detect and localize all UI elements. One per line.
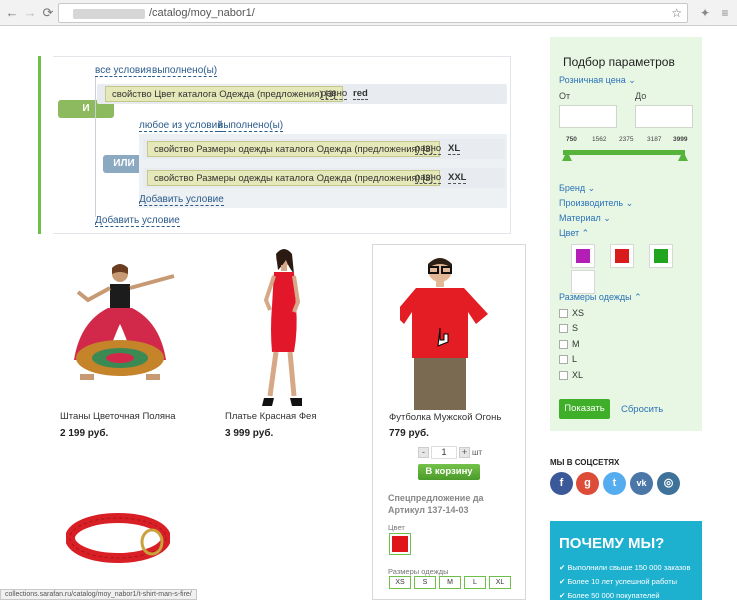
filter-section-brand[interactable]: Бренд ⌄ bbox=[559, 183, 595, 194]
size-option-xs[interactable]: XS bbox=[389, 576, 411, 589]
social-title: МЫ В СОЦСЕТЯХ bbox=[550, 458, 620, 467]
color-label: Цвет bbox=[388, 523, 405, 532]
why-us-panel: ПОЧЕМУ МЫ? ✔ Выполнили свыше 150 000 зак… bbox=[550, 521, 702, 600]
product-name[interactable]: Футболка Мужской Огонь bbox=[389, 412, 501, 423]
why-us-item: ✔ Более 50 000 покупателей bbox=[559, 591, 660, 600]
why-us-item: ✔ Более 10 лет успешной работы bbox=[559, 577, 678, 586]
product-price: 779 руб. bbox=[389, 428, 429, 439]
forward-icon[interactable]: → bbox=[22, 5, 38, 21]
facebook-icon[interactable]: f bbox=[550, 472, 573, 495]
color-swatch-green[interactable] bbox=[649, 244, 673, 268]
price-slider-min-handle[interactable] bbox=[562, 151, 572, 161]
size-option-s[interactable]: S bbox=[414, 576, 436, 589]
instagram-icon[interactable]: ◎ bbox=[657, 472, 680, 495]
price-to-label: До bbox=[635, 91, 647, 101]
price-from-label: От bbox=[559, 91, 571, 101]
sizes-label: Размеры одежды bbox=[388, 567, 449, 576]
why-us-title: ПОЧЕМУ МЫ? bbox=[559, 535, 665, 552]
show-button[interactable]: Показать bbox=[559, 399, 610, 419]
slider-tick: 3999 bbox=[673, 136, 688, 143]
color-swatch-purple[interactable] bbox=[571, 244, 595, 268]
all-conditions-link[interactable]: все условия bbox=[95, 65, 152, 77]
add-to-cart-button[interactable]: В корзину bbox=[418, 464, 480, 480]
product-name[interactable]: Штаны Цветочная Поляна bbox=[60, 411, 176, 422]
color-swatch-white[interactable] bbox=[571, 270, 595, 294]
slider-tick: 750 bbox=[566, 136, 577, 143]
condition-value[interactable]: XXL bbox=[448, 172, 467, 184]
qty-input[interactable]: 1 bbox=[431, 446, 457, 459]
size-option-m[interactable]: M bbox=[439, 576, 461, 589]
back-icon[interactable]: ← bbox=[4, 5, 20, 21]
condition-operator[interactable]: равно bbox=[415, 172, 442, 184]
price-from-input[interactable] bbox=[559, 105, 617, 128]
tree-line bbox=[95, 77, 96, 217]
reload-icon[interactable]: ⟳ bbox=[40, 5, 56, 21]
product-price: 2 199 руб. bbox=[60, 428, 109, 439]
slider-tick: 3187 bbox=[647, 136, 662, 143]
condition-operator[interactable]: равно bbox=[321, 88, 348, 100]
condition-property[interactable]: свойство Размеры одежды каталога Одежда … bbox=[147, 170, 441, 186]
qty-plus-button[interactable]: + bbox=[459, 447, 470, 458]
color-swatch-red[interactable] bbox=[610, 244, 634, 268]
product-price: 3 999 руб. bbox=[225, 428, 274, 439]
google-plus-icon[interactable]: g bbox=[576, 472, 599, 495]
condition-value[interactable]: red bbox=[353, 88, 368, 100]
filter-section-price[interactable]: Розничная цена ⌄ bbox=[559, 75, 636, 86]
slider-tick: 1562 bbox=[592, 136, 607, 143]
product-image-dress[interactable] bbox=[250, 246, 310, 410]
filter-panel: Подбор параметров Розничная цена ⌄ От До… bbox=[550, 37, 702, 431]
add-condition-inner-link[interactable]: Добавить условие bbox=[139, 194, 224, 206]
price-slider-track[interactable] bbox=[563, 150, 685, 155]
product-image-pants[interactable] bbox=[60, 262, 180, 390]
condition-property[interactable]: свойство Размеры одежды каталога Одежда … bbox=[147, 141, 441, 157]
slider-tick: 2375 bbox=[619, 136, 634, 143]
vk-icon[interactable]: vk bbox=[630, 472, 653, 495]
add-condition-link[interactable]: Добавить условие bbox=[95, 215, 180, 227]
twitter-icon[interactable]: t bbox=[603, 472, 626, 495]
menu-icon[interactable]: ≡ bbox=[717, 5, 733, 21]
filter-section-material[interactable]: Материал ⌄ bbox=[559, 213, 611, 224]
fulfilled-link[interactable]: выполнено(ы) bbox=[152, 65, 218, 77]
condition-row-color: свойство Цвет каталога Одежда (предложен… bbox=[97, 84, 507, 104]
condition-row-size-xxl: свойство Размеры одежды каталога Одежда … bbox=[143, 168, 505, 188]
qty-minus-button[interactable]: - bbox=[418, 447, 429, 458]
why-us-item: ✔ Выполнили свыше 150 000 заказов bbox=[559, 563, 691, 572]
special-offer: Спецпредложение да bbox=[388, 493, 484, 503]
filter-section-sizes[interactable]: Размеры одежды ⌃ bbox=[559, 292, 642, 303]
product-name[interactable]: Платье Красная Фея bbox=[225, 411, 316, 422]
group-fulfilled-link[interactable]: выполнено(ы) bbox=[218, 120, 284, 132]
filter-title: Подбор параметров bbox=[563, 55, 675, 69]
product-image-tshirt[interactable] bbox=[400, 250, 496, 410]
condition-operator[interactable]: равно bbox=[415, 143, 442, 155]
status-bar-url: collections.sarafan.ru/catalog/moy_nabor… bbox=[0, 589, 197, 600]
any-conditions-link[interactable]: любое из условий bbox=[139, 120, 223, 132]
article-number: Артикул 137-14-03 bbox=[388, 505, 469, 515]
domain-redacted bbox=[73, 9, 145, 19]
product-image-belt[interactable] bbox=[66, 508, 170, 566]
size-option-l[interactable]: L bbox=[464, 576, 486, 589]
color-option-red[interactable] bbox=[389, 533, 411, 555]
reset-link[interactable]: Сбросить bbox=[621, 404, 663, 415]
address-bar[interactable]: /catalog/moy_nabor1/ ☆ bbox=[58, 3, 688, 23]
price-slider-max-handle[interactable] bbox=[678, 151, 688, 161]
browser-toolbar: ← → ⟳ /catalog/moy_nabor1/ ☆ ✦ ≡ bbox=[0, 0, 737, 26]
filter-section-color[interactable]: Цвет ⌃ bbox=[559, 228, 589, 239]
condition-row-size-xl: свойство Размеры одежды каталога Одежда … bbox=[143, 139, 505, 159]
price-to-input[interactable] bbox=[635, 105, 693, 128]
qty-unit: шт bbox=[472, 448, 483, 457]
extension-icon[interactable]: ✦ bbox=[697, 5, 713, 21]
bookmark-star-icon[interactable]: ☆ bbox=[671, 6, 682, 20]
size-option-xl[interactable]: XL bbox=[489, 576, 511, 589]
filter-section-manufacturer[interactable]: Производитель ⌄ bbox=[559, 198, 633, 209]
condition-value[interactable]: XL bbox=[448, 143, 461, 155]
condition-property[interactable]: свойство Цвет каталога Одежда (предложен… bbox=[105, 86, 343, 102]
address-url: /catalog/moy_nabor1/ bbox=[149, 7, 255, 19]
